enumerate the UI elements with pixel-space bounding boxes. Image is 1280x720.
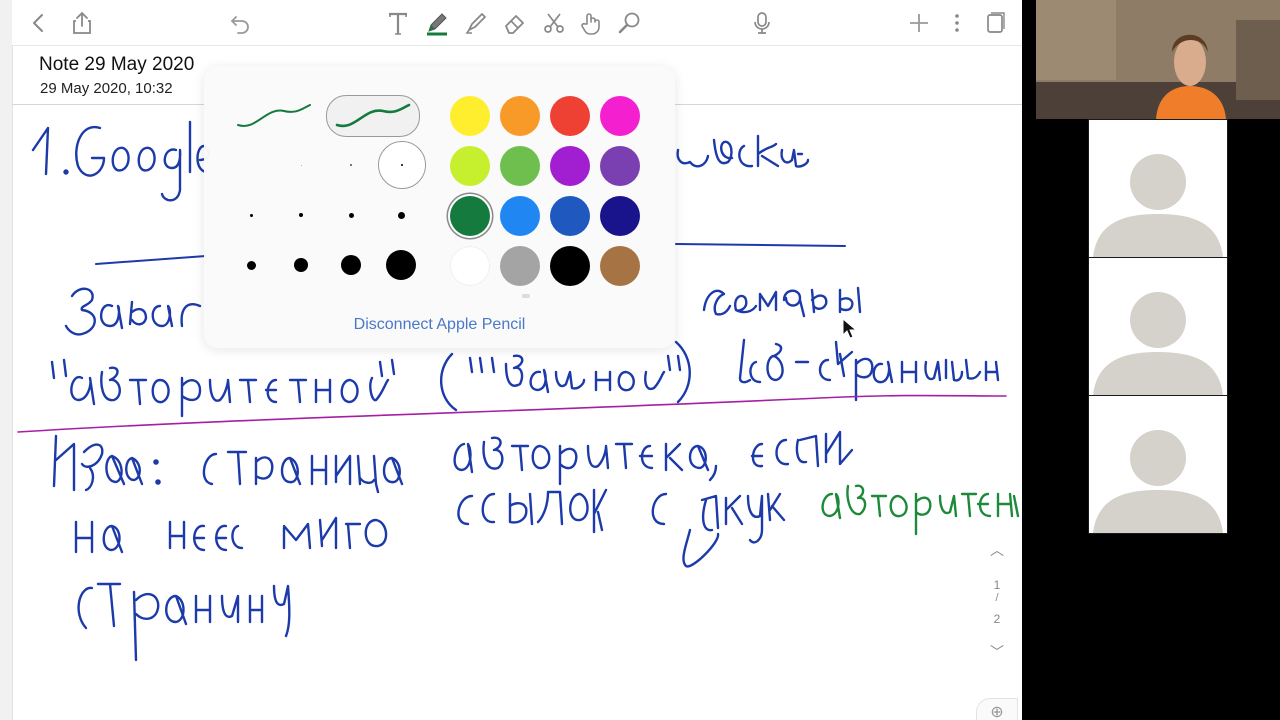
color-swatch[interactable] [600, 96, 640, 136]
page-separator: / [995, 592, 999, 604]
size-option[interactable] [278, 242, 324, 288]
ink-line-4 [52, 430, 854, 494]
color-swatch[interactable] [500, 196, 540, 236]
ink-green-word [821, 484, 1020, 536]
page-total: 2 [993, 612, 1001, 626]
color-swatch[interactable] [600, 246, 640, 286]
size-option[interactable] [228, 142, 274, 188]
pen-style-fine[interactable] [228, 96, 320, 136]
color-swatch[interactable] [450, 246, 490, 286]
color-swatch[interactable] [600, 196, 640, 236]
ink-separator [17, 394, 1007, 433]
size-option[interactable] [228, 242, 274, 288]
ink-line-6 [77, 582, 291, 662]
zoom-in-icon[interactable]: ⊕ [976, 698, 1018, 720]
size-option[interactable] [378, 242, 424, 288]
color-swatch[interactable] [500, 146, 540, 186]
color-swatch[interactable] [450, 96, 490, 136]
color-swatch[interactable] [500, 246, 540, 286]
mouse-cursor-icon [842, 318, 858, 339]
color-swatch[interactable] [450, 196, 490, 236]
disconnect-apple-pencil-link[interactable]: Disconnect Apple Pencil [204, 316, 675, 334]
size-option-selected[interactable] [378, 141, 426, 189]
avatar-placeholder-icon [1093, 430, 1223, 533]
color-swatch[interactable] [600, 146, 640, 186]
color-swatch[interactable] [500, 96, 540, 136]
video-call-panel [1022, 0, 1280, 720]
popover-scroll-indicator [522, 294, 530, 298]
avatar-placeholder-icon [1093, 292, 1223, 395]
size-option[interactable] [328, 142, 374, 188]
page-up-chevron-icon[interactable]: ︿ [985, 540, 1009, 560]
color-swatch[interactable] [450, 146, 490, 186]
color-swatch[interactable] [550, 196, 590, 236]
size-option[interactable] [378, 192, 424, 238]
participant-tile[interactable] [1088, 257, 1228, 396]
color-swatch[interactable] [550, 246, 590, 286]
speaker-webcam-feed [1036, 0, 1280, 119]
color-swatch[interactable] [550, 146, 590, 186]
participant-tile[interactable] [1088, 119, 1228, 258]
color-swatch[interactable] [550, 96, 590, 136]
ink-line-3 [50, 338, 1000, 418]
size-option[interactable] [328, 242, 374, 288]
size-option[interactable] [278, 192, 324, 238]
size-option[interactable] [278, 142, 324, 188]
avatar-placeholder-icon [1093, 154, 1223, 257]
pen-style-brush[interactable] [326, 95, 420, 137]
participant-tile[interactable] [1088, 395, 1228, 534]
pen-options-popover: Disconnect Apple Pencil [204, 66, 675, 348]
page-down-chevron-icon[interactable]: ﹀ [985, 642, 1009, 662]
speaker-video[interactable] [1036, 0, 1280, 119]
size-option[interactable] [228, 192, 274, 238]
size-option[interactable] [328, 192, 374, 238]
ink-line-5 [74, 488, 786, 568]
notes-app: Note 29 May 2020 29 May 2020, 10:32 Disc… [0, 0, 1022, 720]
page-current: 1 [993, 578, 1001, 592]
